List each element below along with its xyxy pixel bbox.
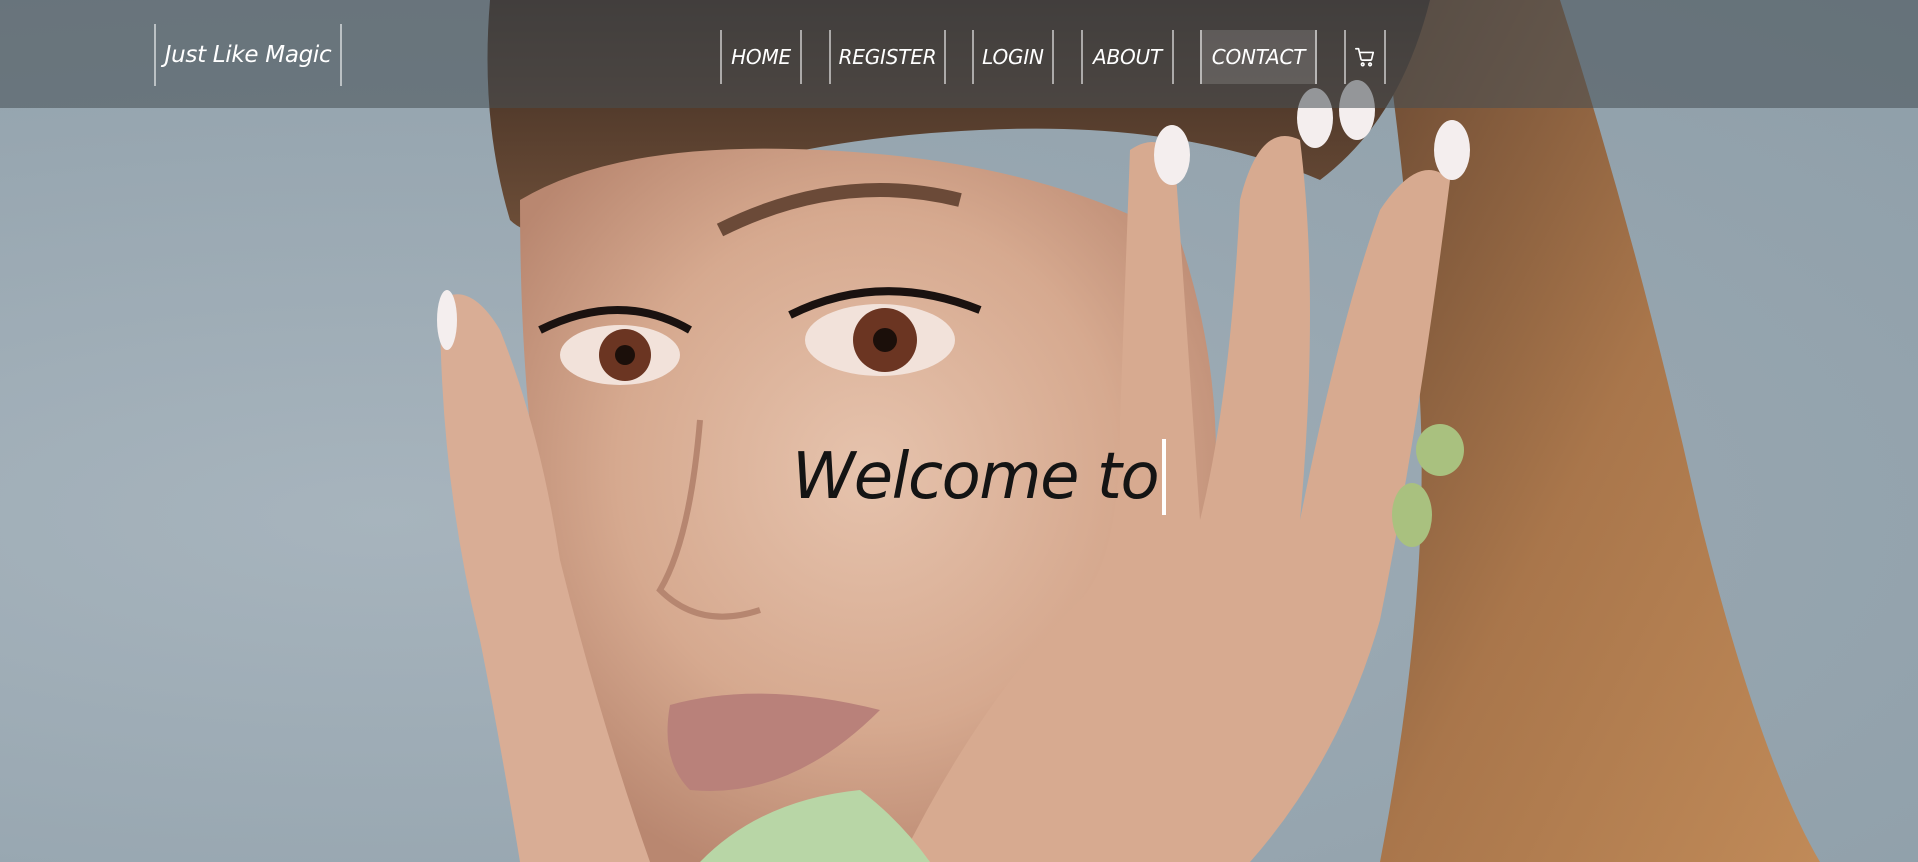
cart-button[interactable]	[1344, 30, 1386, 84]
nav-link-register[interactable]: REGISTER	[829, 30, 946, 84]
hero-photo	[437, 0, 1820, 862]
nav-link-login[interactable]: LOGIN	[972, 30, 1054, 84]
nav-link-contact[interactable]: CONTACT	[1200, 30, 1317, 84]
top-navigation-bar: Just Like Magic HOME REGISTER LOGIN ABOU…	[0, 0, 1918, 108]
brand-logo-link[interactable]: Just Like Magic	[154, 24, 342, 86]
hero-heading: Welcome to	[792, 437, 1167, 517]
nav-link-home[interactable]: HOME	[720, 30, 802, 84]
nav-link-about[interactable]: ABOUT	[1081, 30, 1174, 84]
shopping-cart-icon	[1355, 47, 1375, 67]
hero-background	[0, 0, 1918, 862]
hero-heading-text: Welcome to	[792, 440, 1160, 514]
typing-caret	[1162, 439, 1167, 515]
